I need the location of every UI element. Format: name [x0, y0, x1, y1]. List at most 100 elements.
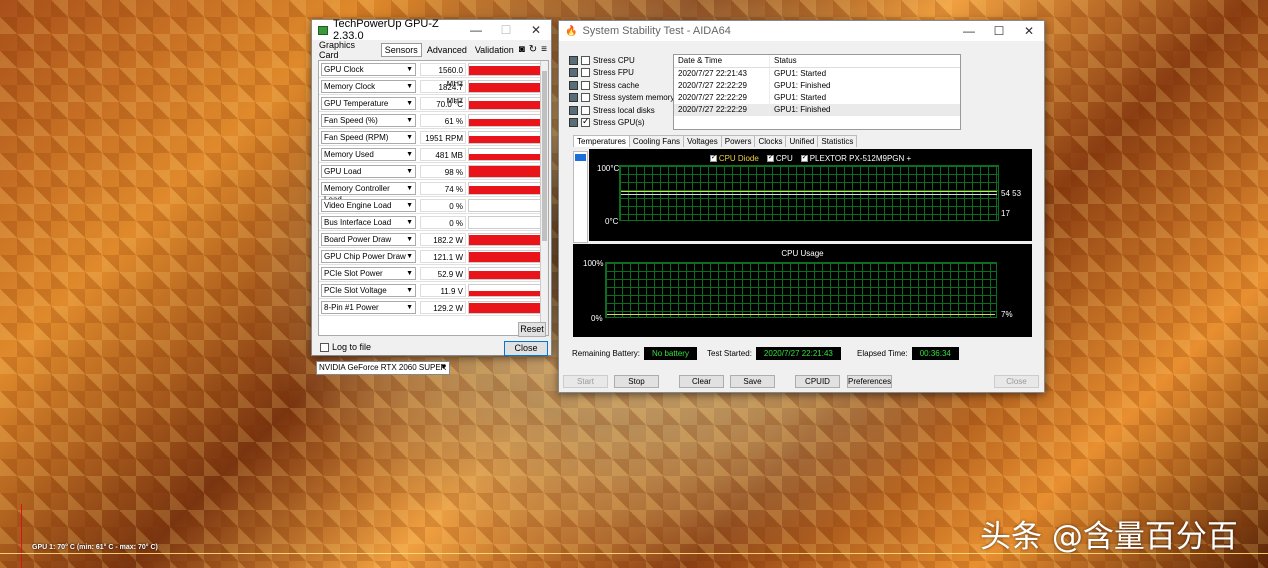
menu-icon[interactable]: ≡	[541, 44, 547, 55]
aida-close-button[interactable]: Close	[994, 375, 1039, 388]
sensor-graph	[468, 130, 542, 144]
stress-label: Stress FPU	[593, 68, 634, 78]
cpuid-button[interactable]: CPUID	[795, 375, 840, 388]
sensor-name-dropdown[interactable]: 8-Pin #1 Power ▼	[321, 300, 416, 314]
stress-option[interactable]: Stress cache	[569, 79, 674, 92]
test-started-info: Test Started: 2020/7/27 22:21:43	[707, 347, 841, 360]
table-row[interactable]: 2020/7/27 22:22:29 GPU1: Finished	[674, 104, 960, 116]
sensor-value: 1824.7 MHz	[420, 79, 466, 105]
refresh-icon[interactable]: ↻	[529, 44, 537, 55]
stress-option[interactable]: Stress FPU	[569, 67, 674, 80]
legend-item[interactable]: PLEXTOR PX-512M9PGN +	[800, 153, 912, 163]
sensor-graph-fill	[469, 118, 541, 126]
stress-checkbox[interactable]	[581, 68, 590, 78]
chevron-down-icon: ▼	[406, 65, 413, 73]
tab-cooling-fans[interactable]: Cooling Fans	[628, 135, 685, 147]
log-to-file-option[interactable]: Log to file	[320, 342, 371, 352]
sensor-scrollbar[interactable]	[540, 61, 548, 335]
stress-option[interactable]: Stress GPU(s)	[569, 116, 674, 130]
legend-checkbox[interactable]	[709, 153, 717, 162]
sensor-name-dropdown[interactable]: GPU Temperature ▼	[321, 96, 416, 110]
sensor-name: GPU Temperature	[324, 98, 389, 108]
temp-readout-a: 54 53	[1001, 189, 1022, 198]
column-header-date[interactable]: Date & Time	[674, 55, 770, 67]
sensor-value: 121.1 W	[420, 249, 466, 263]
reset-button[interactable]: Reset	[518, 322, 546, 337]
sensor-graph	[468, 266, 542, 280]
tab-temperatures[interactable]: Temperatures	[573, 135, 630, 147]
column-header-status[interactable]: Status	[770, 55, 960, 67]
stress-checkbox[interactable]	[581, 80, 590, 90]
sensor-row: 8-Pin #1 Power ▼ 129.2 W	[319, 299, 548, 316]
stress-option[interactable]: Stress system memory	[569, 92, 674, 105]
gpuz-close-button[interactable]: Close	[504, 341, 548, 356]
stress-checkbox[interactable]	[581, 93, 590, 103]
clear-button[interactable]: Clear	[679, 375, 724, 388]
temperature-grid	[619, 165, 999, 221]
sensor-name-dropdown[interactable]: Fan Speed (RPM) ▼	[321, 130, 416, 144]
gpuz-titlebar[interactable]: TechPowerUp GPU-Z 2.33.0 — ☐ ✕	[312, 18, 551, 42]
tab-powers[interactable]: Powers	[720, 135, 756, 147]
stress-checkbox[interactable]	[581, 105, 590, 115]
preferences-button[interactable]: Preferences	[847, 375, 892, 388]
sensor-name-dropdown[interactable]: Fan Speed (%) ▼	[321, 113, 416, 127]
camera-icon[interactable]: ◙	[519, 44, 525, 55]
legend-item[interactable]: CPU	[766, 153, 793, 163]
close-icon[interactable]: ✕	[521, 20, 551, 40]
usage-axis-top: 100%	[583, 259, 604, 268]
legend-item[interactable]: CPU Diode	[709, 153, 759, 163]
legend-label: PLEXTOR PX-512M9PGN +	[809, 154, 912, 163]
stress-checkbox[interactable]	[581, 55, 590, 65]
tab-advanced[interactable]: Advanced	[424, 44, 470, 56]
sensor-name-dropdown[interactable]: PCIe Slot Voltage ▼	[321, 283, 416, 297]
tab-clocks[interactable]: Clocks	[754, 135, 787, 147]
legend-checkbox[interactable]	[800, 153, 808, 162]
sensor-name-dropdown[interactable]: Memory Used ▼	[321, 147, 416, 161]
stress-options: Stress CPU Stress FPU Stress cache Stress s…	[569, 54, 674, 129]
stress-option[interactable]: Stress CPU	[569, 54, 674, 67]
maximize-icon[interactable]: ☐	[984, 21, 1014, 41]
sensor-name-dropdown[interactable]: GPU Chip Power Draw ▼	[321, 249, 416, 263]
tab-sensors[interactable]: Sensors	[380, 42, 422, 57]
sensor-name-dropdown[interactable]: Bus Interface Load ▼	[321, 215, 416, 229]
close-icon[interactable]: ✕	[1014, 21, 1044, 41]
legend-checkbox[interactable]	[766, 153, 774, 162]
stress-label: Stress system memory	[593, 93, 675, 103]
sensor-row: Memory Used ▼ 481 MB	[319, 146, 548, 163]
tab-voltages[interactable]: Voltages	[683, 135, 722, 147]
stress-log-table: Date & Time Status 2020/7/27 22:21:43 GPU…	[673, 54, 961, 130]
stress-checkbox[interactable]	[581, 116, 590, 128]
aida64-titlebar[interactable]: 🔥 System Stability Test - AIDA64 — ☐ ✕	[559, 21, 1044, 41]
sensor-name-dropdown[interactable]: Memory Clock ▼	[321, 79, 416, 93]
elapsed-label: Elapsed Time:	[857, 349, 908, 358]
tab-statistics[interactable]: Statistics	[817, 135, 858, 147]
table-row[interactable]: 2020/7/27 22:21:43 GPU1: Started	[674, 68, 960, 80]
sensor-list: GPU Clock ▼ 1560.0 MHz Memory Clock ▼ 1824.7 …	[318, 60, 549, 336]
gpu-select[interactable]: NVIDIA GeForce RTX 2060 SUPER ▼	[316, 361, 450, 375]
tab-validation[interactable]: Validation	[472, 44, 517, 56]
stress-option[interactable]: Stress local disks	[569, 104, 674, 117]
table-row[interactable]: 2020/7/27 22:22:29 GPU1: Started	[674, 92, 960, 104]
log-to-file-checkbox[interactable]	[320, 342, 329, 352]
sensor-name-dropdown[interactable]: Memory Controller Load ▼	[321, 181, 416, 204]
log-date: 2020/7/27 22:22:29	[674, 104, 770, 116]
sensor-value: 1560.0 MHz	[420, 62, 466, 88]
start-button[interactable]: Start	[563, 375, 608, 388]
sensor-name-dropdown[interactable]: GPU Load ▼	[321, 164, 416, 178]
maximize-icon: ☐	[500, 23, 512, 37]
sensor-name-dropdown[interactable]: GPU Clock ▼	[321, 62, 416, 76]
sensor-name: Memory Used	[324, 149, 374, 159]
tab-graphics-card[interactable]: Graphics Card	[316, 39, 379, 61]
save-button[interactable]: Save	[730, 375, 775, 388]
stop-button[interactable]: Stop	[614, 375, 659, 388]
sensor-name-dropdown[interactable]: Board Power Draw ▼	[321, 232, 416, 246]
sensor-name-dropdown[interactable]: Video Engine Load ▼	[321, 198, 416, 212]
minimize-icon[interactable]: —	[954, 21, 984, 41]
sensor-name-dropdown[interactable]: PCIe Slot Power ▼	[321, 266, 416, 280]
battery-info: Remaining Battery: No battery	[572, 347, 697, 360]
minimize-icon[interactable]: —	[461, 20, 491, 40]
table-row[interactable]: 2020/7/27 22:22:29 GPU1: Finished	[674, 80, 960, 92]
log-date: 2020/7/27 22:22:29	[674, 80, 770, 92]
tab-unified[interactable]: Unified	[785, 135, 819, 147]
chevron-down-icon: ▼	[440, 364, 447, 371]
